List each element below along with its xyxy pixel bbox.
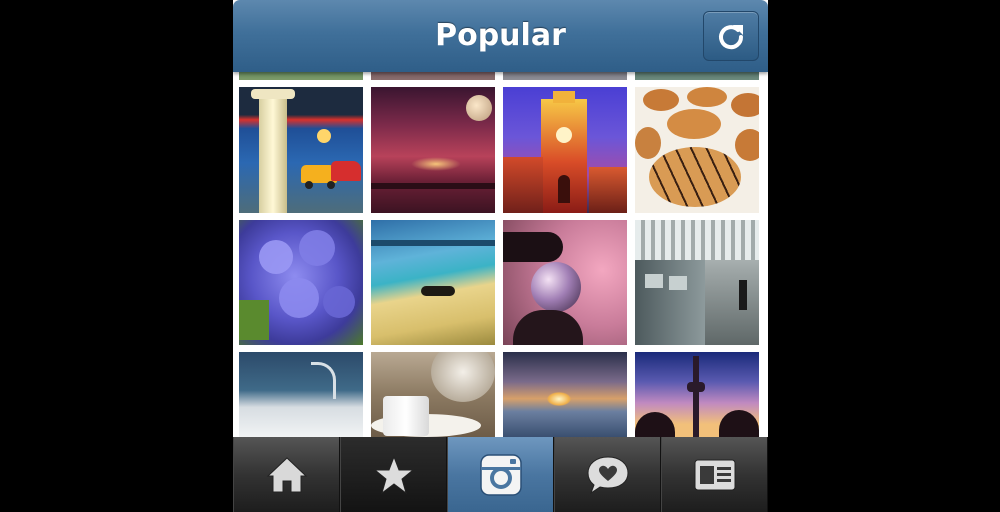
photo-tile[interactable] (371, 220, 495, 345)
photo-tile[interactable] (503, 72, 627, 80)
photo-tile[interactable] (239, 72, 363, 80)
photo-tile[interactable] (635, 220, 759, 345)
photo-tile[interactable] (503, 352, 627, 437)
tab-camera[interactable] (447, 437, 554, 512)
nav-bar: Popular (233, 0, 768, 72)
star-icon (373, 455, 414, 494)
tab-popular[interactable] (340, 437, 447, 512)
page-title: Popular (435, 18, 566, 53)
photo-tile[interactable] (239, 87, 363, 213)
phone-screen: Popular (233, 0, 768, 512)
photo-tile[interactable] (371, 352, 495, 437)
photo-tile[interactable] (503, 220, 627, 345)
photo-tile[interactable] (239, 220, 363, 345)
home-icon (266, 456, 307, 492)
speech-bubble-heart-icon (586, 455, 629, 494)
tab-profile[interactable] (661, 437, 768, 512)
tab-news[interactable] (554, 437, 661, 512)
photo-tile[interactable] (371, 72, 495, 80)
refresh-button[interactable] (703, 11, 759, 61)
photo-tile[interactable] (371, 87, 495, 213)
camera-icon (479, 453, 522, 496)
photo-tile[interactable] (635, 352, 759, 437)
photo-tile[interactable] (635, 87, 759, 213)
tab-home[interactable] (233, 437, 340, 512)
profile-card-icon (694, 459, 735, 490)
photo-grid (233, 72, 768, 437)
tab-bar (233, 437, 768, 512)
refresh-icon (719, 25, 744, 50)
photo-tile[interactable] (503, 87, 627, 213)
photo-tile[interactable] (635, 72, 759, 80)
photo-tile[interactable] (239, 352, 363, 437)
